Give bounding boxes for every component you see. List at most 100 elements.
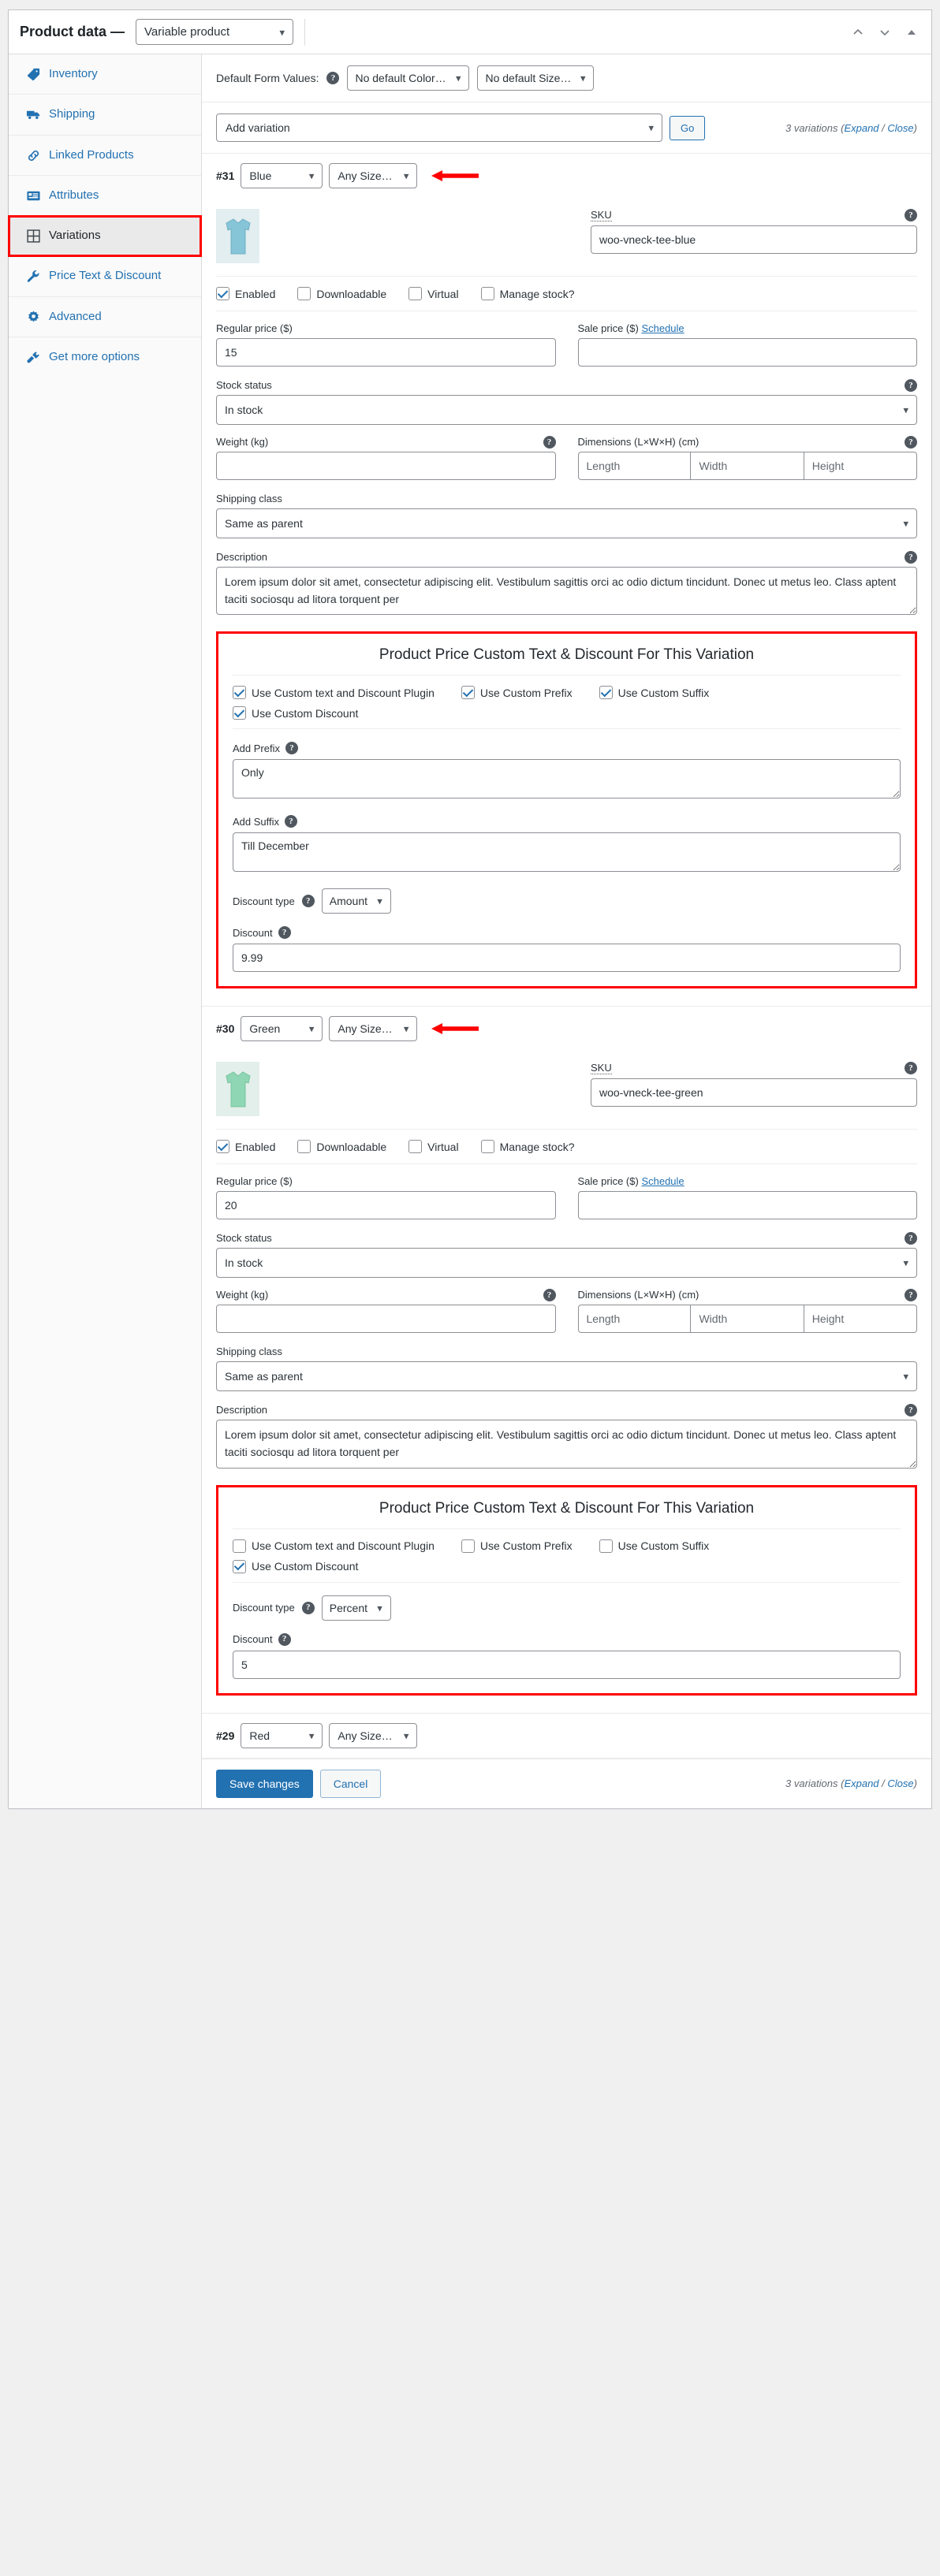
virtual-checkbox[interactable]: Virtual bbox=[408, 1140, 459, 1154]
sidebar-link-get-more-options[interactable]: Get more options bbox=[9, 337, 201, 377]
close-link[interactable]: Close bbox=[887, 1778, 913, 1789]
weight-input[interactable] bbox=[216, 452, 556, 480]
sidebar-item-attributes[interactable]: Attributes bbox=[9, 176, 201, 216]
manage-stock-checkbox[interactable]: Manage stock? bbox=[480, 1140, 575, 1154]
variation-size-select[interactable]: Any Size… bbox=[329, 163, 418, 188]
shipping-class-select[interactable]: Same as parent bbox=[216, 508, 917, 538]
regular-price-input[interactable] bbox=[216, 1191, 556, 1220]
help-icon[interactable]: ? bbox=[905, 209, 917, 221]
variation-color-select[interactable]: Blue bbox=[241, 163, 323, 188]
variation-thumbnail[interactable] bbox=[216, 209, 259, 263]
use-plugin-checkbox[interactable]: Use Custom text and Discount Plugin bbox=[233, 686, 435, 700]
toggle-panel-icon[interactable] bbox=[905, 25, 919, 39]
description-textarea[interactable]: Lorem ipsum dolor sit amet, consectetur … bbox=[216, 567, 917, 616]
help-icon[interactable]: ? bbox=[326, 72, 340, 84]
use-discount-checkbox[interactable]: Use Custom Discount bbox=[233, 1559, 901, 1573]
add-prefix-textarea[interactable]: Only bbox=[233, 759, 901, 799]
shipping-class-select[interactable]: Same as parent bbox=[216, 1361, 917, 1392]
sidebar-item-get-more-options[interactable]: Get more options bbox=[9, 337, 201, 377]
move-down-icon[interactable] bbox=[878, 25, 892, 39]
sidebar-item-linked-products[interactable]: Linked Products bbox=[9, 136, 201, 176]
go-button[interactable]: Go bbox=[670, 115, 706, 140]
help-icon[interactable]: ? bbox=[905, 379, 917, 392]
use-prefix-checkbox[interactable]: Use Custom Prefix bbox=[461, 686, 573, 700]
sidebar-link-attributes[interactable]: Attributes bbox=[9, 176, 201, 215]
discount-input[interactable] bbox=[233, 944, 901, 973]
sku-input[interactable] bbox=[591, 1078, 917, 1107]
help-icon[interactable]: ? bbox=[301, 895, 315, 908]
help-icon[interactable]: ? bbox=[285, 815, 298, 828]
length-input[interactable] bbox=[577, 1305, 692, 1334]
expand-link[interactable]: Expand bbox=[844, 122, 878, 134]
help-icon[interactable]: ? bbox=[905, 1404, 917, 1417]
use-discount-checkbox[interactable]: Use Custom Discount bbox=[233, 706, 901, 720]
sidebar-item-advanced[interactable]: Advanced bbox=[9, 297, 201, 337]
help-icon[interactable]: ? bbox=[543, 1289, 556, 1302]
expand-link[interactable]: Expand bbox=[844, 1778, 878, 1789]
help-icon[interactable]: ? bbox=[905, 1289, 917, 1302]
default-size-select[interactable]: No default Size… bbox=[477, 65, 595, 91]
move-up-icon[interactable] bbox=[851, 25, 865, 39]
help-icon[interactable]: ? bbox=[905, 551, 917, 564]
sidebar-link-advanced[interactable]: Advanced bbox=[9, 297, 201, 337]
variation-color-select[interactable]: Red bbox=[241, 1722, 323, 1748]
variation-size-select[interactable]: Any Size… bbox=[329, 1722, 418, 1748]
length-input[interactable] bbox=[577, 452, 692, 480]
sidebar-item-inventory[interactable]: Inventory bbox=[9, 54, 201, 95]
help-icon[interactable]: ? bbox=[905, 1062, 917, 1075]
sidebar-link-inventory[interactable]: Inventory bbox=[9, 54, 201, 94]
width-input[interactable] bbox=[691, 452, 804, 480]
sale-price-input[interactable] bbox=[577, 1191, 917, 1220]
discount-type-select[interactable]: Percent bbox=[321, 1595, 391, 1621]
stock-status-select[interactable]: In stock bbox=[216, 395, 917, 425]
help-icon[interactable]: ? bbox=[301, 1601, 315, 1614]
variation-thumbnail[interactable] bbox=[216, 1062, 259, 1117]
enabled-checkbox[interactable]: Enabled bbox=[216, 287, 275, 300]
sidebar-item-price-text-discount[interactable]: Price Text & Discount bbox=[9, 256, 201, 297]
discount-type-select[interactable]: Amount bbox=[321, 888, 391, 914]
help-icon[interactable]: ? bbox=[278, 926, 291, 940]
sale-price-input[interactable] bbox=[577, 338, 917, 367]
sidebar-link-shipping[interactable]: Shipping bbox=[9, 95, 201, 134]
height-input[interactable] bbox=[804, 1305, 917, 1334]
schedule-link[interactable]: Schedule bbox=[641, 1175, 684, 1187]
regular-price-input[interactable] bbox=[216, 338, 556, 367]
schedule-link[interactable]: Schedule bbox=[641, 322, 684, 334]
use-suffix-checkbox[interactable]: Use Custom Suffix bbox=[599, 1539, 709, 1553]
add-suffix-textarea[interactable]: Till December bbox=[233, 832, 901, 873]
add-variation-select[interactable]: Add variation bbox=[216, 114, 662, 142]
sidebar-link-price-text-discount[interactable]: Price Text & Discount bbox=[9, 256, 201, 296]
enabled-checkbox[interactable]: Enabled bbox=[216, 1140, 275, 1154]
stock-status-select[interactable]: In stock bbox=[216, 1248, 917, 1279]
width-input[interactable] bbox=[691, 1305, 804, 1334]
downloadable-checkbox[interactable]: Downloadable bbox=[297, 1140, 386, 1154]
close-link[interactable]: Close bbox=[887, 122, 913, 134]
description-label: Description bbox=[216, 551, 268, 563]
variation-color-select[interactable]: Green bbox=[241, 1016, 323, 1042]
save-changes-button[interactable]: Save changes bbox=[216, 1769, 313, 1798]
downloadable-checkbox[interactable]: Downloadable bbox=[297, 287, 386, 300]
variation-size-select[interactable]: Any Size… bbox=[329, 1016, 418, 1042]
use-suffix-checkbox[interactable]: Use Custom Suffix bbox=[599, 686, 709, 700]
sidebar-link-linked-products[interactable]: Linked Products bbox=[9, 136, 201, 175]
weight-input[interactable] bbox=[216, 1305, 556, 1334]
help-icon[interactable]: ? bbox=[278, 1632, 291, 1646]
use-plugin-checkbox[interactable]: Use Custom text and Discount Plugin bbox=[233, 1539, 435, 1553]
discount-input[interactable] bbox=[233, 1650, 901, 1679]
height-input[interactable] bbox=[804, 452, 917, 480]
product-type-select[interactable]: Variable product bbox=[136, 19, 294, 45]
help-icon[interactable]: ? bbox=[905, 436, 917, 449]
cancel-button[interactable]: Cancel bbox=[319, 1769, 382, 1798]
sku-input[interactable] bbox=[591, 225, 917, 254]
use-prefix-checkbox[interactable]: Use Custom Prefix bbox=[461, 1539, 573, 1553]
manage-stock-checkbox[interactable]: Manage stock? bbox=[480, 287, 575, 300]
sidebar-item-variations[interactable]: Variations bbox=[8, 214, 202, 258]
help-icon[interactable]: ? bbox=[905, 1232, 917, 1245]
help-icon[interactable]: ? bbox=[543, 436, 556, 449]
sidebar-item-shipping[interactable]: Shipping bbox=[9, 95, 201, 136]
virtual-checkbox[interactable]: Virtual bbox=[408, 287, 459, 300]
description-textarea[interactable]: Lorem ipsum dolor sit amet, consectetur … bbox=[216, 1420, 917, 1469]
sidebar-link-variations[interactable]: Variations bbox=[9, 216, 201, 256]
help-icon[interactable]: ? bbox=[285, 742, 298, 755]
default-color-select[interactable]: No default Color… bbox=[347, 65, 470, 91]
